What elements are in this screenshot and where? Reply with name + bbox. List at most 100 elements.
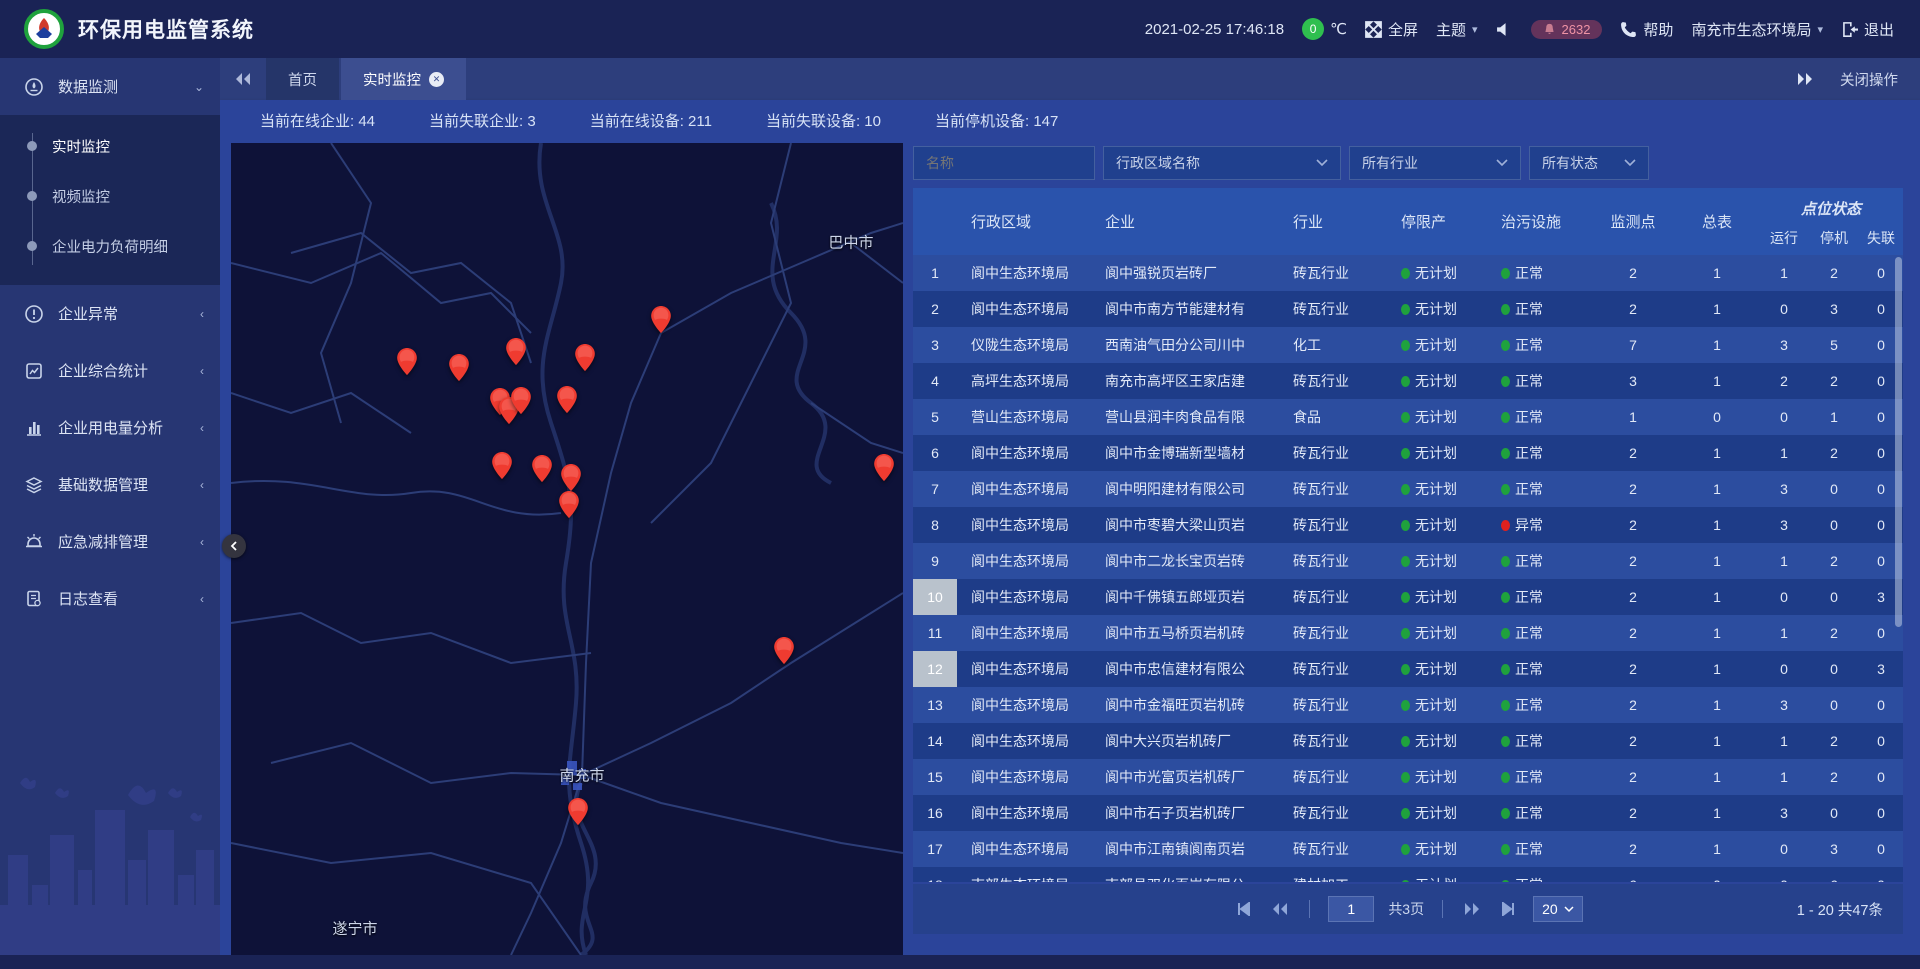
map-pin-icon[interactable] (492, 452, 512, 479)
status-dot-green (1501, 448, 1510, 459)
last-page-button[interactable] (1497, 901, 1519, 917)
name-filter-input[interactable] (926, 155, 1082, 171)
cell-running: 0 (1759, 589, 1809, 605)
region-filter-select[interactable]: 行政区域名称 (1103, 146, 1341, 180)
page-number-input[interactable] (1328, 896, 1374, 922)
first-page-button[interactable] (1233, 901, 1255, 917)
org-menu-button[interactable]: 南充市生态环境局▾ (1691, 19, 1823, 40)
stat-item-4: 当前失联设备: 10 (766, 110, 881, 131)
notification-badge[interactable]: 2632 (1531, 20, 1603, 39)
sidebar-item-5[interactable]: 基础数据管理‹ (0, 456, 220, 513)
page-size-select[interactable]: 20 (1533, 896, 1583, 922)
theme-menu-button[interactable]: 主题▾ (1436, 19, 1478, 40)
stat-item-3: 当前在线设备: 211 (590, 110, 712, 131)
industry-filter-select[interactable]: 所有行业 (1349, 146, 1521, 180)
map-pin-icon[interactable] (532, 455, 552, 482)
table-row[interactable]: 2阆中生态环境局阆中市南方节能建材有砖瓦行业无计划正常21030 (913, 291, 1903, 327)
map-pin-icon[interactable] (651, 306, 671, 333)
chevron-down-icon: ⌄ (194, 80, 204, 94)
map-panel[interactable]: 巴中市南充市遂宁市 (231, 143, 903, 955)
map-pin-icon[interactable] (559, 491, 579, 518)
tab-1[interactable]: 首页 (266, 58, 339, 100)
map-pin-icon[interactable] (774, 637, 794, 664)
status-dot-green (1401, 268, 1410, 279)
table-row[interactable]: 9阆中生态环境局阆中市二龙长宝页岩砖砖瓦行业无计划正常21120 (913, 543, 1903, 579)
table-row[interactable]: 3仪陇生态环境局西南油气田分公司川中化工无计划正常71350 (913, 327, 1903, 363)
cell-industry: 化工 (1287, 335, 1395, 355)
speaker-icon[interactable] (1496, 21, 1513, 38)
table-row[interactable]: 18南部生态环境局南部县双化页岩有限公建材加工无计划正常60060 (913, 867, 1903, 882)
notification-count: 2632 (1562, 22, 1591, 37)
map-pin-icon[interactable] (511, 387, 531, 414)
tab-close-icon[interactable]: ✕ (429, 72, 444, 87)
map-pin-icon[interactable] (575, 344, 595, 371)
cell-monitor-points: 2 (1591, 661, 1675, 677)
table-header: 行政区域企业行业停限产治污设施监测点总表点位状态运行停机失联 (913, 188, 1903, 255)
fullscreen-button[interactable]: 全屏 (1365, 19, 1418, 40)
phone-icon (1620, 21, 1637, 38)
chevron-left-icon: ‹ (200, 364, 204, 378)
cell-running: 1 (1759, 445, 1809, 461)
next-page-button[interactable] (1461, 901, 1483, 917)
tabs-scroll-right-button[interactable] (1796, 72, 1814, 86)
name-filter-field[interactable] (913, 146, 1095, 180)
help-button[interactable]: 帮助 (1620, 19, 1673, 40)
prev-page-button[interactable] (1269, 901, 1291, 917)
table-row[interactable]: 12阆中生态环境局阆中市忠信建材有限公砖瓦行业无计划正常21003 (913, 651, 1903, 687)
status-dot-green (1501, 628, 1510, 639)
table-row[interactable]: 6阆中生态环境局阆中市金博瑞新型墙材砖瓦行业无计划正常21120 (913, 435, 1903, 471)
table-row[interactable]: 16阆中生态环境局阆中市石子页岩机砖厂砖瓦行业无计划正常21300 (913, 795, 1903, 831)
map-collapse-button[interactable] (222, 534, 246, 558)
sidebar-item-1[interactable]: 数据监测⌄ (0, 58, 220, 115)
sidebar-item-2[interactable]: 企业异常‹ (0, 285, 220, 342)
cell-industry: 砖瓦行业 (1287, 515, 1395, 535)
map-pin-icon[interactable] (557, 386, 577, 413)
status-dot-green (1401, 772, 1410, 783)
row-number: 5 (913, 399, 957, 435)
status-dot-green (1401, 844, 1410, 855)
sidebar-subitem[interactable]: 实时监控 (0, 121, 220, 171)
table-row[interactable]: 8阆中生态环境局阆中市枣碧大梁山页岩砖瓦行业无计划异常21300 (913, 507, 1903, 543)
cell-facility-status: 正常 (1495, 623, 1591, 643)
table-row[interactable]: 17阆中生态环境局阆中市江南镇阆南页岩砖瓦行业无计划正常21030 (913, 831, 1903, 867)
status-dot-green (1501, 880, 1510, 882)
sidebar-item-4[interactable]: 企业用电量分析‹ (0, 399, 220, 456)
sidebar-subitem[interactable]: 企业电力负荷明细 (0, 221, 220, 271)
status-dot-green (1501, 304, 1510, 315)
cell-industry: 砖瓦行业 (1287, 695, 1395, 715)
table-row[interactable]: 14阆中生态环境局阆中大兴页岩机砖厂砖瓦行业无计划正常21120 (913, 723, 1903, 759)
status-filter-select[interactable]: 所有状态 (1529, 146, 1649, 180)
tabs-scroll-left-button[interactable] (220, 58, 266, 100)
cell-total-meters: 1 (1675, 301, 1759, 317)
cell-limit-status: 无计划 (1395, 803, 1495, 823)
table-row[interactable]: 5营山生态环境局营山县润丰肉食品有限食品无计划正常10010 (913, 399, 1903, 435)
tab-2[interactable]: 实时监控✕ (341, 58, 466, 100)
table-row[interactable]: 7阆中生态环境局阆中明阳建材有限公司砖瓦行业无计划正常21300 (913, 471, 1903, 507)
table-row[interactable]: 13阆中生态环境局阆中市金福旺页岩机砖砖瓦行业无计划正常21300 (913, 687, 1903, 723)
table-row[interactable]: 11阆中生态环境局阆中市五马桥页岩机砖砖瓦行业无计划正常21120 (913, 615, 1903, 651)
table-row[interactable]: 4高坪生态环境局南充市高坪区王家店建砖瓦行业无计划正常31220 (913, 363, 1903, 399)
cell-monitor-points: 2 (1591, 517, 1675, 533)
map-pin-icon[interactable] (506, 338, 526, 365)
chevron-down-icon (1624, 159, 1636, 167)
close-operations-button[interactable]: 关闭操作 (1840, 69, 1898, 90)
stat-item-5: 当前停机设备: 147 (935, 110, 1058, 131)
map-pin-icon[interactable] (874, 454, 894, 481)
table-row[interactable]: 10阆中生态环境局阆中千佛镇五郎垭页岩砖瓦行业无计划正常21003 (913, 579, 1903, 615)
logout-button[interactable]: 退出 (1841, 19, 1894, 40)
sidebar-item-6[interactable]: 应急减排管理‹ (0, 513, 220, 570)
sidebar-subitem[interactable]: 视频监控 (0, 171, 220, 221)
cell-company: 阆中市枣碧大梁山页岩 (1099, 515, 1287, 535)
sidebar-menu: 数据监测⌄ 实时监控视频监控企业电力负荷明细企业异常‹企业综合统计‹企业用电量分析… (0, 58, 220, 627)
table-scrollbar[interactable] (1895, 257, 1902, 627)
map-pin-icon[interactable] (397, 348, 417, 375)
table-row[interactable]: 15阆中生态环境局阆中市光富页岩机砖厂砖瓦行业无计划正常21120 (913, 759, 1903, 795)
map-pin-icon[interactable] (561, 464, 581, 491)
map-pin-icon[interactable] (449, 354, 469, 381)
cell-stopped: 0 (1809, 661, 1859, 677)
cell-total-meters: 0 (1675, 409, 1759, 425)
table-row[interactable]: 1阆中生态环境局阆中强锐页岩砖厂砖瓦行业无计划正常21120 (913, 255, 1903, 291)
map-pin-icon[interactable] (568, 798, 588, 825)
sidebar-item-7[interactable]: 日志查看‹ (0, 570, 220, 627)
sidebar-item-3[interactable]: 企业综合统计‹ (0, 342, 220, 399)
